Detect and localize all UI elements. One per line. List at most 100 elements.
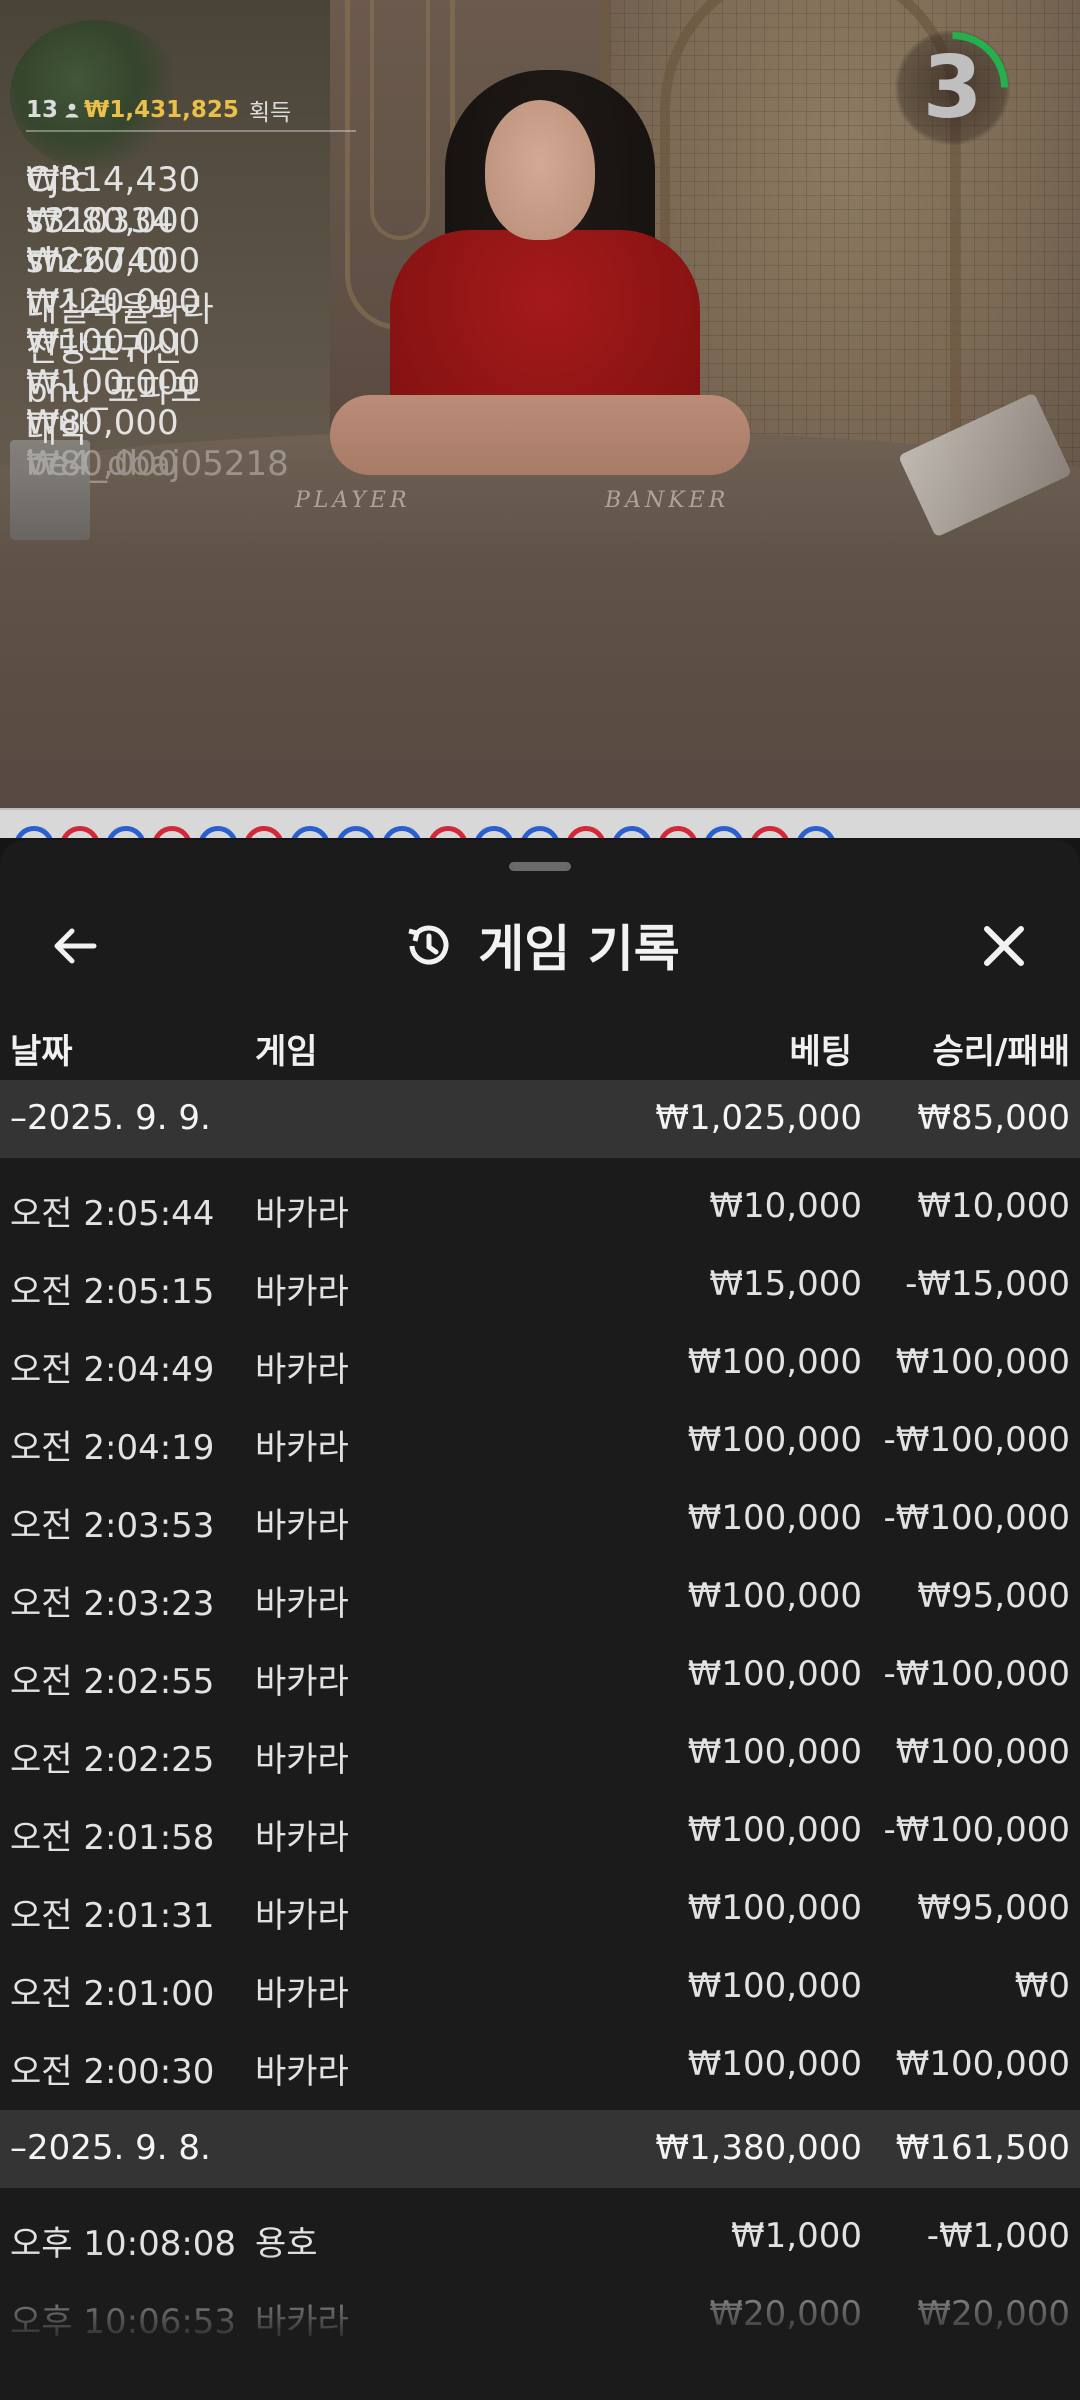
- row-game: 바카라: [255, 2302, 349, 2342]
- row-game: 바카라: [255, 1662, 349, 1702]
- history-row[interactable]: 오전 2:03:53 바카라 ₩100,000 -₩100,000: [0, 1478, 1080, 1556]
- winner-name: be4_dbaj05218: [26, 443, 289, 484]
- row-time: 오후 10:08:08: [10, 2224, 237, 2264]
- row-bet: ₩100,000: [687, 1342, 862, 1382]
- history-row[interactable]: 오전 2:03:23 바카라 ₩100,000 ₩95,000: [0, 1556, 1080, 1634]
- row-bet: ₩100,000: [687, 1576, 862, 1616]
- close-button[interactable]: [972, 914, 1036, 978]
- date-group-header[interactable]: –2025. 9. 9. ₩1,025,000 ₩85,000: [0, 1080, 1080, 1158]
- winners-list: ₩314,430 Cjfc ₩280,000 s310334 ₩220,000 shc67…: [26, 140, 356, 484]
- group-result-total: ₩85,000: [917, 1098, 1070, 1138]
- player-bead-icon: [474, 826, 514, 838]
- sheet-title-group: 게임 기록: [0, 890, 1080, 1000]
- winner-row: ₩80,000 be4_dbaj05218: [26, 424, 356, 484]
- row-game: 바카라: [255, 1974, 349, 2014]
- date-group-header[interactable]: –2025. 9. 8. ₩1,380,000 ₩161,500: [0, 2110, 1080, 2188]
- row-result: -₩100,000: [883, 1498, 1071, 1538]
- winner-row: ₩100,000 전당포귀신: [26, 302, 356, 370]
- banker-bead-icon: [60, 826, 100, 838]
- history-row[interactable]: 오후 10:08:08 용호 ₩1,000 -₩1,000: [0, 2196, 1080, 2274]
- banker-bead-icon: [428, 826, 468, 838]
- drag-handle[interactable]: [509, 862, 571, 871]
- row-time: 오전 2:04:49: [10, 1350, 215, 1390]
- column-game: 게임: [255, 1032, 318, 1072]
- player-bead-icon: [290, 826, 330, 838]
- countdown-timer: 3: [895, 30, 1010, 145]
- row-bet: ₩15,000: [709, 1264, 862, 1304]
- winners-count: 13: [26, 97, 59, 123]
- row-result: -₩100,000: [883, 1810, 1071, 1850]
- row-bet: ₩100,000: [687, 1498, 862, 1538]
- winners-total-label: 획득: [248, 100, 292, 126]
- history-row[interactable]: 오전 2:05:44 바카라 ₩10,000 ₩10,000: [0, 1166, 1080, 1244]
- group-bet-total: ₩1,380,000: [655, 2128, 862, 2168]
- row-result: ₩10,000: [917, 1186, 1070, 1226]
- winner-row: ₩280,000 s310334: [26, 181, 356, 241]
- banker-bead-icon: [152, 826, 192, 838]
- history-row[interactable]: 오전 2:02:25 바카라 ₩100,000 ₩100,000: [0, 1712, 1080, 1790]
- player-bead-icon: [336, 826, 376, 838]
- history-row[interactable]: 오전 2:02:55 바카라 ₩100,000 -₩100,000: [0, 1634, 1080, 1712]
- winner-row: ₩120,000 내실력을봐라: [26, 262, 356, 330]
- row-result: -₩1,000: [926, 2216, 1070, 2256]
- row-result: ₩20,000: [917, 2294, 1070, 2334]
- row-bet: ₩100,000: [687, 1732, 862, 1772]
- player-bead-icon: [612, 826, 652, 838]
- player-bead-icon: [796, 826, 836, 838]
- wall-arch-inner: [370, 0, 430, 240]
- countdown-number: 3: [922, 37, 983, 138]
- row-time: 오전 2:03:53: [10, 1506, 215, 1546]
- row-time: 오전 2:02:25: [10, 1740, 215, 1780]
- history-row[interactable]: 오전 2:04:19 바카라 ₩100,000 -₩100,000: [0, 1400, 1080, 1478]
- row-result: ₩100,000: [895, 1732, 1070, 1772]
- row-game: 용호: [255, 2224, 318, 2264]
- player-bead-icon: [382, 826, 422, 838]
- row-time: 오전 2:00:30: [10, 2052, 215, 2092]
- row-time: 오전 2:02:55: [10, 1662, 215, 1702]
- back-button[interactable]: [44, 914, 108, 978]
- row-bet: ₩100,000: [687, 1420, 862, 1460]
- row-result: ₩100,000: [895, 1342, 1070, 1382]
- row-result: ₩95,000: [917, 1888, 1070, 1928]
- row-time: 오전 2:05:15: [10, 1272, 215, 1312]
- dealer-face: [485, 100, 595, 240]
- row-time: 오전 2:01:58: [10, 1818, 215, 1858]
- history-row[interactable]: 오전 2:01:00 바카라 ₩100,000 ₩0: [0, 1946, 1080, 2024]
- winner-row: ₩314,430 Cjfc: [26, 140, 356, 200]
- row-time: 오전 2:01:00: [10, 1974, 215, 2014]
- history-row[interactable]: 오전 2:04:49 바카라 ₩100,000 ₩100,000: [0, 1322, 1080, 1400]
- winners-total: ₩1,431,825: [84, 97, 239, 123]
- history-row[interactable]: 오후 10:06:53 바카라 ₩20,000 ₩20,000: [0, 2274, 1080, 2352]
- banker-bead-icon: [244, 826, 284, 838]
- arrow-left-icon: [54, 928, 97, 964]
- history-list[interactable]: –2025. 9. 9. ₩1,025,000 ₩85,000 오전 2:05:44 바…: [0, 1080, 1080, 2360]
- row-result: -₩15,000: [905, 1264, 1070, 1304]
- row-bet: ₩100,000: [687, 1966, 862, 2006]
- sheet-header: 게임 기록: [0, 890, 1080, 1000]
- row-bet: ₩100,000: [687, 1654, 862, 1694]
- row-bet: ₩100,000: [687, 1810, 862, 1850]
- player-bead-icon: [520, 826, 560, 838]
- row-bet: ₩100,000: [687, 1888, 862, 1928]
- column-result: 승리/패배: [932, 1032, 1070, 1072]
- history-row[interactable]: 오전 2:01:31 바카라 ₩100,000 ₩95,000: [0, 1868, 1080, 1946]
- row-game: 바카라: [255, 1818, 349, 1858]
- row-result: ₩95,000: [917, 1576, 1070, 1616]
- row-result: ₩100,000: [895, 2044, 1070, 2084]
- person-icon: [65, 103, 79, 118]
- dealer-arms: [330, 395, 750, 475]
- row-time: 오전 2:03:23: [10, 1584, 215, 1624]
- row-game: 바카라: [255, 1740, 349, 1780]
- history-row[interactable]: 오전 2:00:30 바카라 ₩100,000 ₩100,000: [0, 2024, 1080, 2102]
- history-row[interactable]: 오전 2:05:15 바카라 ₩15,000 -₩15,000: [0, 1244, 1080, 1322]
- row-result: ₩0: [1014, 1966, 1070, 2006]
- row-bet: ₩20,000: [709, 2294, 862, 2334]
- history-row[interactable]: 오전 2:01:58 바카라 ₩100,000 -₩100,000: [0, 1790, 1080, 1868]
- sheet-title: 게임 기록: [478, 920, 680, 978]
- live-video: PLAYER BANKER 13 ₩1,431,825 획득 ₩314,430 C…: [0, 0, 1080, 810]
- row-bet: ₩1,000: [731, 2216, 862, 2256]
